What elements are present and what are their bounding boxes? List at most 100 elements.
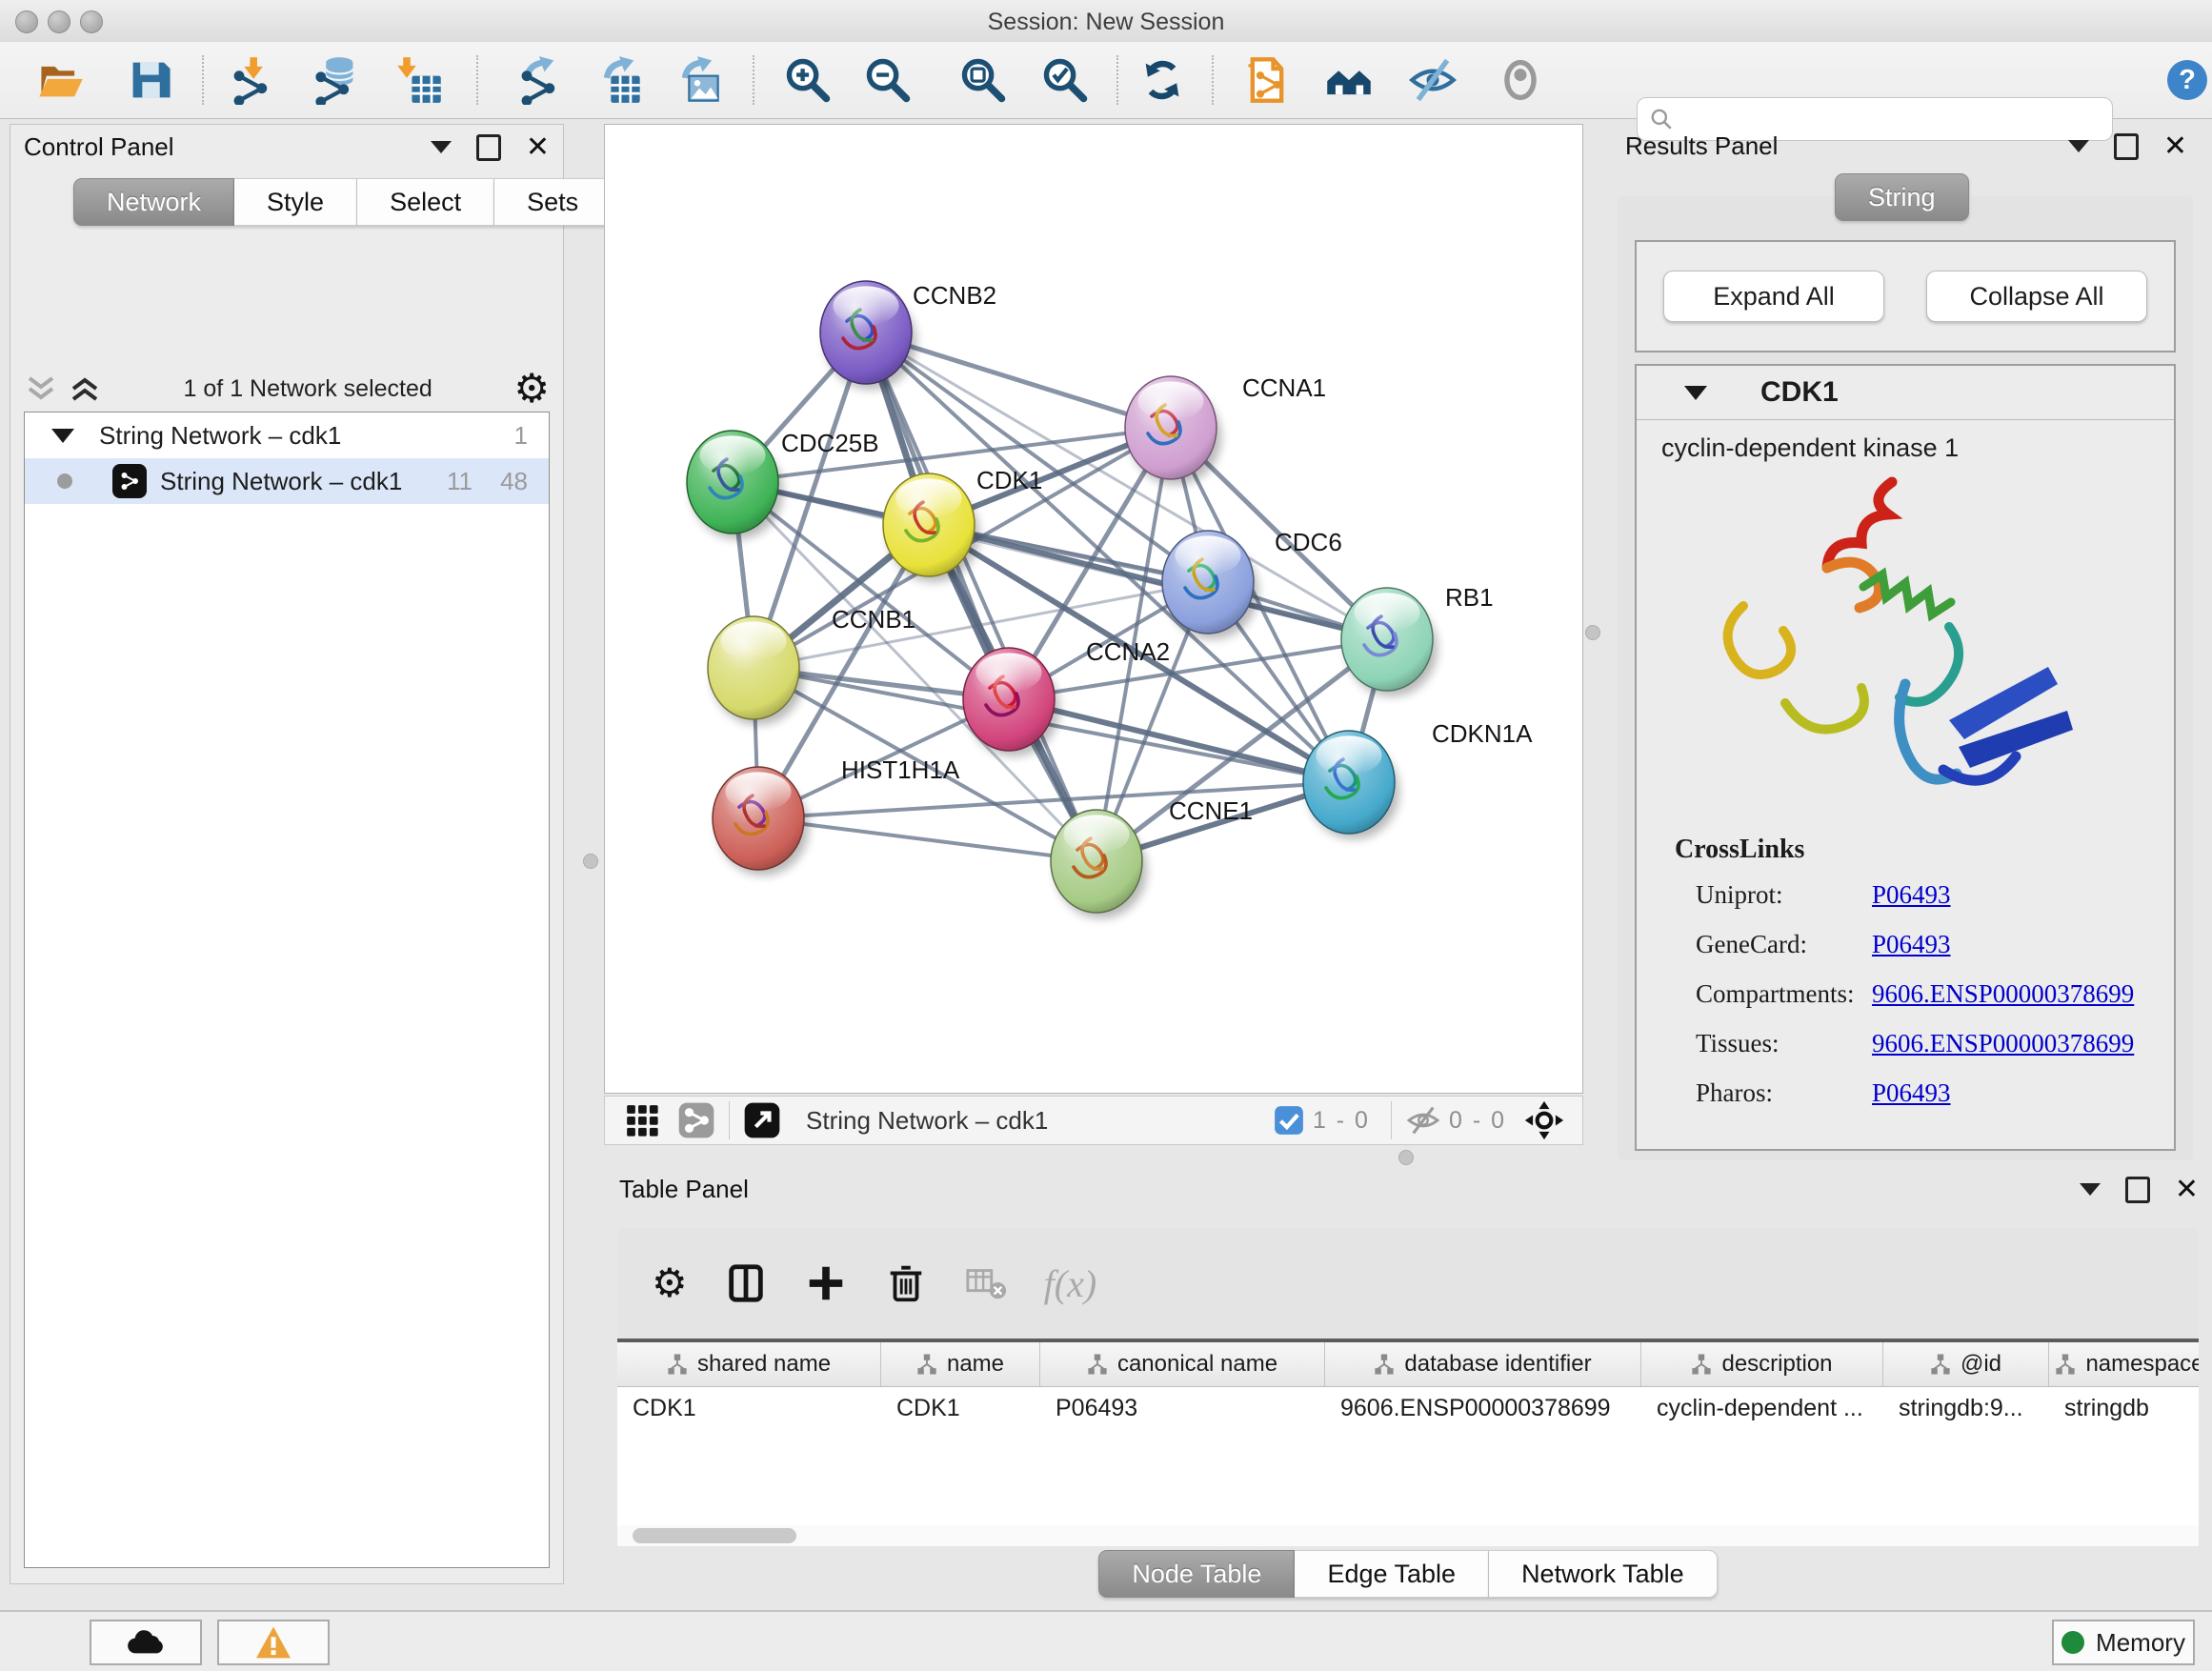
- column-header-databaseidentifier[interactable]: database identifier: [1325, 1342, 1641, 1386]
- warning-status-button[interactable]: [217, 1620, 330, 1665]
- tab-select[interactable]: Select: [357, 178, 494, 226]
- protein-structure-image: [1694, 465, 2094, 832]
- current-network-title: String Network – cdk1: [806, 1106, 1048, 1136]
- open-in-window-icon[interactable]: [743, 1101, 781, 1139]
- table-cell[interactable]: CDK1: [881, 1387, 1040, 1429]
- share-document-icon[interactable]: [1242, 55, 1292, 105]
- crosslink-value-link[interactable]: 9606.ENSP00000378699: [1872, 979, 2134, 1009]
- zoom-in-icon[interactable]: [783, 55, 833, 105]
- tab-sets[interactable]: Sets: [494, 178, 612, 226]
- hidden-eye-icon[interactable]: [1405, 1102, 1441, 1138]
- tab-network-table[interactable]: Network Table: [1489, 1550, 1718, 1598]
- open-session-icon[interactable]: [36, 55, 86, 105]
- column-header-name[interactable]: name: [881, 1342, 1040, 1386]
- crosslink-label: GeneCard:: [1696, 930, 1872, 959]
- network-edge-CDKN1A-HIST1H1A[interactable]: [758, 782, 1349, 818]
- entry-gene-name: CDK1: [1760, 376, 1839, 409]
- panel-close-icon[interactable]: ✕: [526, 137, 550, 158]
- create-column-icon[interactable]: [804, 1261, 848, 1305]
- column-header-description[interactable]: description: [1641, 1342, 1883, 1386]
- column-header-canonicalname[interactable]: canonical name: [1040, 1342, 1325, 1386]
- table-horizontal-scrollbar[interactable]: [617, 1525, 2199, 1546]
- import-table-icon[interactable]: [394, 55, 444, 105]
- column-header-id[interactable]: @id: [1883, 1342, 2049, 1386]
- results-splitter-handle[interactable]: [1585, 625, 1600, 640]
- panel-close-icon[interactable]: ✕: [2163, 136, 2187, 157]
- export-network-icon[interactable]: [514, 55, 564, 105]
- collection-expander-icon[interactable]: [51, 429, 74, 443]
- bird-eye-crosshair-icon[interactable]: [1523, 1099, 1565, 1141]
- network-share-icon[interactable]: [677, 1101, 715, 1139]
- node-label-CDKN1A: CDKN1A: [1432, 719, 1533, 748]
- entry-expander-icon[interactable]: [1684, 386, 1707, 400]
- panel-menu-icon[interactable]: [431, 141, 452, 153]
- selected-checkbox-icon[interactable]: [1273, 1104, 1305, 1137]
- column-header-sharedname[interactable]: shared name: [617, 1342, 881, 1386]
- zoom-fit-icon[interactable]: [958, 55, 1008, 105]
- tab-edge-table[interactable]: Edge Table: [1295, 1550, 1489, 1598]
- home-icon[interactable]: [1324, 55, 1374, 105]
- network-edge-HIST1H1A-CCNE1[interactable]: [758, 818, 1096, 861]
- collapse-all-button[interactable]: Collapse All: [1926, 271, 2147, 322]
- panel-float-icon[interactable]: [2125, 1177, 2150, 1203]
- network-collection-row[interactable]: String Network – cdk1 1: [25, 413, 549, 458]
- help-button[interactable]: ?: [2164, 57, 2210, 103]
- panel-menu-icon[interactable]: [2080, 1183, 2101, 1196]
- zoom-out-icon[interactable]: [863, 55, 913, 105]
- panel-float-icon[interactable]: [2114, 133, 2139, 160]
- table-cell[interactable]: CDK1: [617, 1387, 881, 1429]
- crosslink-value-link[interactable]: P06493: [1872, 930, 1951, 959]
- horizontal-splitter-handle[interactable]: [1398, 1150, 1414, 1165]
- control-panel: Control Panel ✕ NetworkStyleSelectSets 1…: [10, 124, 564, 1584]
- network-canvas[interactable]: CCNB2 CCNA1 CDC25B CDK1 CDC6 RB1 CCNB1 C…: [604, 124, 1583, 1094]
- collapse-all-icon[interactable]: [24, 372, 58, 405]
- network-row[interactable]: String Network – cdk1 11 48: [25, 458, 549, 504]
- grid-view-icon[interactable]: [624, 1102, 660, 1138]
- scrollbar-thumb[interactable]: [633, 1528, 796, 1543]
- crosslink-value-link[interactable]: P06493: [1872, 880, 1951, 910]
- refresh-icon[interactable]: [1137, 55, 1187, 105]
- network-node-CCNE1[interactable]: CCNE1: [1051, 796, 1253, 918]
- network-node-CDK1[interactable]: CDK1: [883, 466, 1042, 582]
- table-cell[interactable]: cyclin-dependent ...: [1641, 1387, 1883, 1429]
- network-node-CCNA1[interactable]: CCNA1: [1125, 373, 1326, 485]
- tab-string[interactable]: String: [1835, 173, 1969, 221]
- show-columns-icon[interactable]: [724, 1261, 768, 1305]
- crosslink-value-link[interactable]: 9606.ENSP00000378699: [1872, 1029, 2134, 1058]
- table-cell[interactable]: 9606.ENSP00000378699: [1325, 1387, 1641, 1429]
- panel-close-icon[interactable]: ✕: [2175, 1179, 2199, 1200]
- tab-style[interactable]: Style: [234, 178, 357, 226]
- memory-button[interactable]: Memory: [2052, 1620, 2195, 1665]
- hide-selected-icon[interactable]: [1408, 55, 1458, 105]
- vertical-splitter-handle[interactable]: [583, 854, 598, 869]
- export-table-icon[interactable]: [594, 55, 644, 105]
- table-cell[interactable]: stringdb: [2049, 1387, 2199, 1429]
- network-node-RB1[interactable]: RB1: [1341, 583, 1494, 696]
- import-network-database-icon[interactable]: [311, 55, 360, 105]
- network-node-CCNA2[interactable]: CCNA2: [963, 637, 1170, 756]
- table-row[interactable]: CDK1CDK1P064939606.ENSP00000378699cyclin…: [617, 1387, 2199, 1429]
- table-settings-icon[interactable]: ⚙: [652, 1263, 688, 1303]
- expand-all-button[interactable]: Expand All: [1663, 271, 1884, 322]
- delete-columns-icon[interactable]: [884, 1261, 928, 1305]
- panel-float-icon[interactable]: [476, 134, 501, 161]
- column-header-namespace[interactable]: namespace: [2049, 1342, 2199, 1386]
- cloud-status-button[interactable]: [90, 1620, 202, 1665]
- tab-network[interactable]: Network: [73, 178, 234, 226]
- save-session-icon[interactable]: [126, 55, 175, 105]
- network-options-gear-icon[interactable]: ⚙: [513, 369, 550, 409]
- export-image-icon[interactable]: [673, 55, 722, 105]
- show-all-icon[interactable]: [1496, 55, 1545, 105]
- table-cell[interactable]: stringdb:9...: [1883, 1387, 2049, 1429]
- node-table[interactable]: shared namenamecanonical namedatabase id…: [617, 1339, 2199, 1529]
- panel-menu-icon[interactable]: [2068, 140, 2089, 152]
- network-node-CDKN1A[interactable]: CDKN1A: [1303, 719, 1533, 839]
- string-results-body: Expand All Collapse All CDK1 cyclin-depe…: [1618, 196, 2193, 1160]
- tab-node-table[interactable]: Node Table: [1098, 1550, 1295, 1598]
- table-cell[interactable]: P06493: [1040, 1387, 1325, 1429]
- import-network-file-icon[interactable]: [227, 55, 276, 105]
- crosslink-value-link[interactable]: P06493: [1872, 1078, 1951, 1108]
- network-node-HIST1H1A[interactable]: HIST1H1A: [713, 755, 960, 876]
- zoom-selected-icon[interactable]: [1040, 55, 1090, 105]
- expand-all-icon[interactable]: [68, 372, 102, 405]
